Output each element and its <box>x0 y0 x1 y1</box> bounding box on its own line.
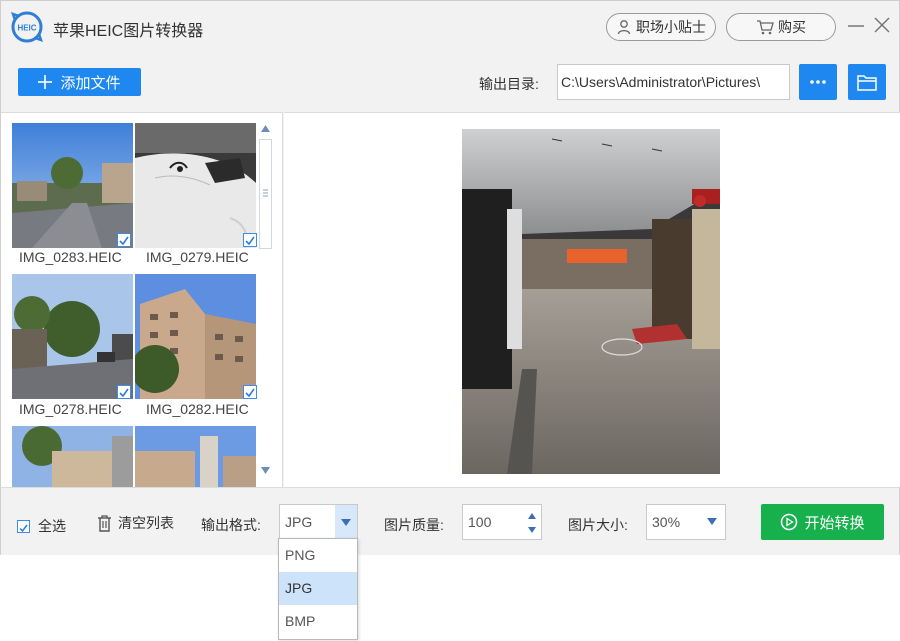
quality-stepper[interactable]: 100 <box>462 504 542 540</box>
close-icon[interactable] <box>872 15 892 35</box>
output-dir-label: 输出目录: <box>479 76 539 92</box>
logo-text: HEIC <box>17 24 36 33</box>
thumbnail-label: IMG_0279.HEIC <box>146 249 249 265</box>
check-icon <box>245 388 255 398</box>
scroll-up-icon[interactable] <box>261 125 270 132</box>
folder-icon <box>857 74 877 91</box>
chevron-down-icon <box>341 518 351 526</box>
clear-list-button[interactable]: 清空列表 <box>97 513 174 533</box>
size-select[interactable]: 30% <box>646 504 726 540</box>
bottom-bar: 全选 清空列表 输出格式: JPG 图片质量: 100 图片大小: 30% 开始… <box>1 487 899 555</box>
thumbnail-checkbox[interactable] <box>243 385 257 399</box>
chevron-down-icon <box>707 518 717 525</box>
quality-value: 100 <box>468 514 492 530</box>
thumbnail-image[interactable] <box>12 426 133 487</box>
tips-button[interactable]: 职场小贴士 <box>606 13 716 41</box>
building-photo <box>135 274 256 399</box>
city-photo <box>135 426 256 487</box>
heic-logo-icon: HEIC <box>11 11 43 43</box>
thumbnail-image[interactable] <box>135 123 256 248</box>
play-circle-icon <box>781 513 798 531</box>
app-window: HEIC 苹果HEIC图片转换器 职场小贴士 购买 添加文件 输出目录: C:\… <box>0 0 900 555</box>
clear-list-label: 清空列表 <box>118 515 174 531</box>
grip-icon <box>263 189 268 197</box>
format-dropdown-toggle[interactable] <box>335 505 357 539</box>
thumbnail-image[interactable] <box>135 274 256 399</box>
scroll-down-icon[interactable] <box>261 467 270 474</box>
thumbnail-label: IMG_0283.HEIC <box>19 249 122 265</box>
thumbnail-checkbox[interactable] <box>117 233 131 247</box>
thumbnail-image[interactable] <box>12 274 133 399</box>
thumbnail-image[interactable] <box>12 123 133 248</box>
scrollbar-thumb[interactable] <box>259 139 272 249</box>
select-all-checkbox[interactable]: 全选 <box>17 516 66 536</box>
thumbnail-list[interactable]: IMG_0283.HEIC IMG_0279.HEIC IMG_0278.HEI… <box>1 112 283 487</box>
trash-icon <box>98 514 111 532</box>
select-all-label: 全选 <box>38 518 66 534</box>
start-convert-button[interactable]: 开始转换 <box>761 504 884 540</box>
thumbnail-checkbox[interactable] <box>243 233 257 247</box>
check-icon <box>19 524 28 532</box>
minimize-icon[interactable] <box>846 15 866 35</box>
open-folder-button[interactable] <box>848 64 886 100</box>
houses-photo <box>12 426 133 487</box>
plus-icon <box>38 75 53 89</box>
preview-panel <box>284 112 900 487</box>
more-dots-icon <box>810 80 826 84</box>
buy-button[interactable]: 购买 <box>726 13 836 41</box>
size-value: 30% <box>652 514 681 530</box>
format-option-bmp[interactable]: BMP <box>279 605 357 638</box>
format-option-jpg[interactable]: JPG <box>279 572 357 605</box>
add-files-label: 添加文件 <box>60 74 121 92</box>
add-files-button[interactable]: 添加文件 <box>18 68 141 96</box>
thumbnail-label: IMG_0278.HEIC <box>19 401 122 417</box>
cart-icon <box>757 20 774 35</box>
title-bar: HEIC 苹果HEIC图片转换器 职场小贴士 购买 <box>1 1 899 53</box>
select-all-box[interactable] <box>17 519 30 533</box>
thumbnail-scrollbar[interactable] <box>257 121 274 481</box>
check-icon <box>245 236 255 246</box>
thumbnail-image[interactable] <box>135 426 256 487</box>
format-select[interactable]: JPG <box>279 504 358 540</box>
tips-button-label: 职场小贴士 <box>636 19 706 35</box>
thumbnail-label: IMG_0282.HEIC <box>146 401 249 417</box>
street-photo <box>12 123 133 248</box>
format-option-png[interactable]: PNG <box>279 539 357 572</box>
check-icon <box>119 236 129 246</box>
user-icon <box>617 20 631 35</box>
thumbnail-checkbox[interactable] <box>117 385 131 399</box>
size-label: 图片大小: <box>568 517 628 533</box>
format-dropdown-list[interactable]: PNG JPG BMP <box>278 538 358 640</box>
car-photo <box>135 123 256 248</box>
app-title: 苹果HEIC图片转换器 <box>53 23 204 40</box>
check-icon <box>119 388 129 398</box>
spin-down-icon[interactable] <box>528 527 536 533</box>
spin-up-icon[interactable] <box>528 513 536 519</box>
quality-label: 图片质量: <box>384 517 444 533</box>
format-value: JPG <box>285 514 313 530</box>
road-photo <box>12 274 133 399</box>
browse-more-button[interactable] <box>799 64 837 100</box>
buy-button-label: 购买 <box>778 19 806 35</box>
preview-image <box>462 129 720 474</box>
format-label: 输出格式: <box>201 517 261 533</box>
start-convert-label: 开始转换 <box>804 514 865 532</box>
output-dir-input[interactable]: C:\Users\Administrator\Pictures\ <box>557 64 790 100</box>
